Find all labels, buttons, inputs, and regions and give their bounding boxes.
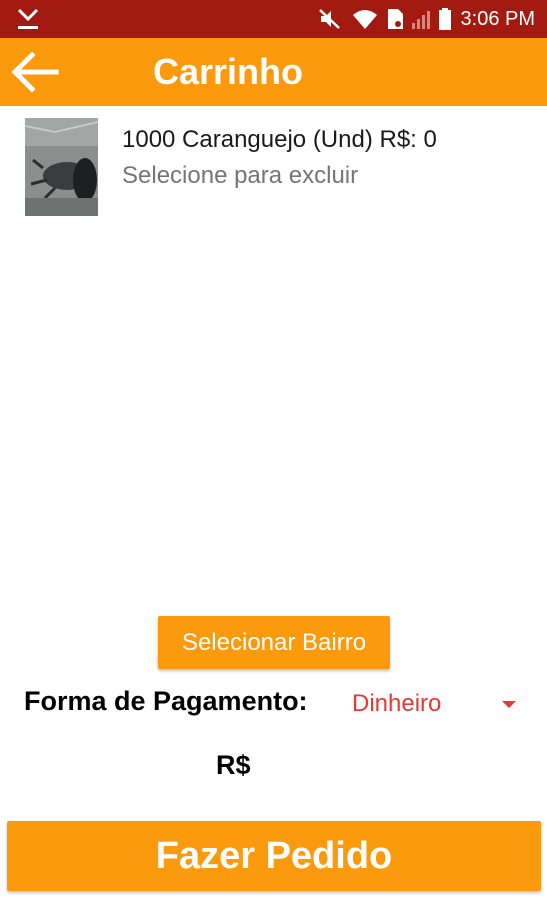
download-icon bbox=[16, 0, 40, 38]
dropdown-arrow-icon bbox=[502, 701, 516, 708]
arrow-left-icon[interactable] bbox=[10, 50, 60, 94]
place-order-button[interactable]: Fazer Pedido bbox=[7, 821, 541, 891]
status-time: 3:06 PM bbox=[460, 8, 535, 30]
payment-method-label: Forma de Pagamento: bbox=[24, 686, 308, 716]
select-neighborhood-button[interactable]: Selecionar Bairro bbox=[158, 616, 390, 669]
battery-icon bbox=[438, 0, 452, 38]
page-title: Carrinho bbox=[153, 51, 304, 92]
cart-list-item[interactable]: 1000 Caranguejo (Und) R$: 0 Selecione pa… bbox=[0, 106, 547, 226]
mute-icon bbox=[318, 0, 342, 38]
payment-method-value: Dinheiro bbox=[352, 690, 442, 717]
wifi-icon bbox=[352, 0, 378, 38]
product-thumbnail bbox=[25, 118, 98, 216]
payment-method-select[interactable]: Dinheiro bbox=[352, 682, 522, 726]
app-bar: Carrinho bbox=[0, 38, 547, 106]
cart-item-title: 1000 Caranguejo (Und) R$: 0 bbox=[122, 126, 437, 153]
cart-item-hint: Selecione para excluir bbox=[122, 162, 359, 189]
signal-icon bbox=[410, 0, 434, 38]
total-price: R$ bbox=[216, 750, 251, 780]
status-bar: 3:06 PM bbox=[0, 0, 547, 38]
sim-card-icon bbox=[386, 0, 404, 38]
